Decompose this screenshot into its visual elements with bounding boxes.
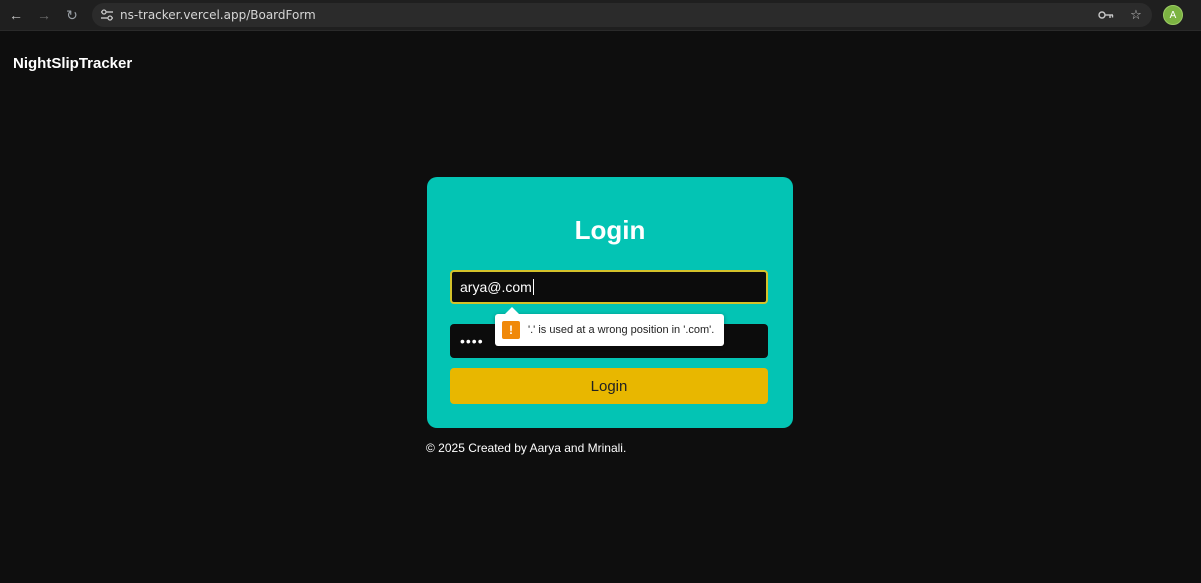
login-title: Login [574,215,646,245]
password-key-icon[interactable] [1096,8,1116,23]
email-input[interactable]: arya@.com [450,270,768,304]
email-input-value: arya@.com [460,279,532,295]
tooltip-arrow [505,307,519,314]
text-caret [532,279,534,295]
brand-title: NightSlipTracker [13,55,133,72]
validation-tooltip: ! '.' is used at a wrong position in '.c… [495,307,724,346]
validation-message: '.' is used at a wrong position in '.com… [528,324,715,336]
footer-credit: © 2025 Created by Aarya and Mrinali. [426,441,627,455]
bookmark-star-icon[interactable]: ☆ [1126,7,1146,23]
login-button[interactable]: Login [450,368,768,404]
address-bar[interactable]: ns-tracker.vercel.app/BoardForm ☆ [92,3,1152,27]
back-arrow-icon[interactable]: ← [2,3,30,27]
forward-arrow-icon[interactable]: → [30,3,58,27]
warning-icon: ! [502,321,520,339]
login-card: Login arya@.com •••• Login [427,177,793,428]
site-settings-icon[interactable] [96,4,118,26]
url-text[interactable]: ns-tracker.vercel.app/BoardForm [120,8,316,22]
profile-avatar[interactable]: A [1163,5,1183,25]
browser-toolbar: ← → ↻ ns-tracker.vercel.app/BoardForm ☆ [0,0,1201,31]
reload-icon[interactable]: ↻ [58,3,86,27]
password-input-value: •••• [460,333,484,349]
